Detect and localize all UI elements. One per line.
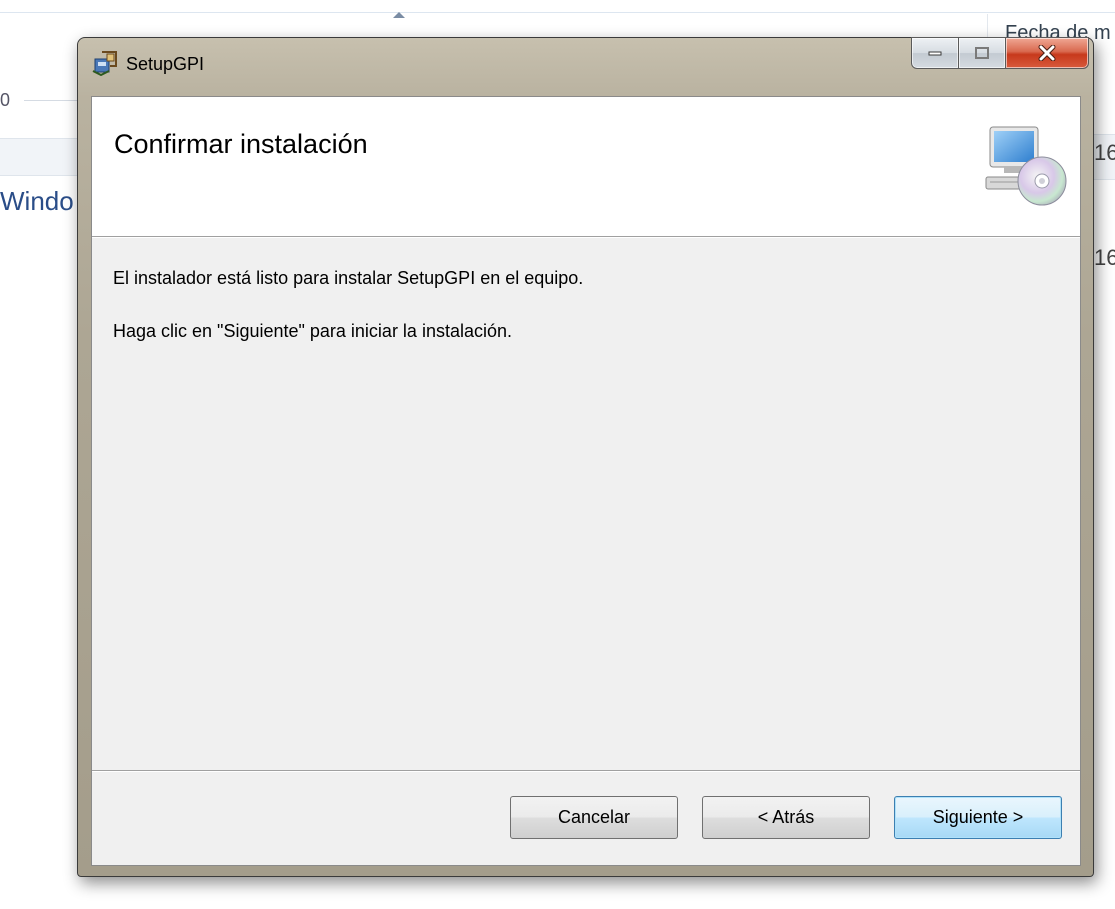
background-line: [24, 100, 80, 101]
maximize-icon: [975, 47, 989, 59]
instruction-message: Haga clic en "Siguiente" para iniciar la…: [113, 321, 512, 341]
window-title: SetupGPI: [126, 54, 205, 74]
installer-icon: [92, 50, 118, 77]
background-partial-number: 16: [1094, 245, 1115, 270]
dialog-content: Confirmar instalación El instalador está…: [91, 96, 1081, 866]
maximize-button[interactable]: [959, 37, 1006, 69]
next-button[interactable]: Siguiente >: [894, 796, 1062, 839]
close-icon: [1038, 45, 1056, 61]
footer-separator: [92, 770, 1080, 772]
close-button[interactable]: [1006, 37, 1089, 69]
caption-buttons: [911, 37, 1089, 73]
header-banner: Confirmar instalación: [92, 97, 1080, 237]
setup-dialog: SetupGPI Confirmar instalación El instal…: [77, 37, 1094, 877]
background-divider: [0, 12, 1115, 13]
background-row: [0, 138, 80, 176]
background-partial-number: 16: [1094, 140, 1115, 165]
ready-message: El instalador está listo para instalar S…: [113, 268, 584, 288]
cancel-button[interactable]: Cancelar: [510, 796, 678, 839]
title-bar[interactable]: SetupGPI: [78, 37, 1093, 96]
computer-cd-icon: [982, 121, 1072, 211]
minimize-button[interactable]: [911, 37, 959, 69]
header-separator: [92, 237, 1080, 238]
back-button[interactable]: < Atrás: [702, 796, 870, 839]
sort-arrow-icon: [393, 12, 405, 18]
background-partial-text: Windo: [0, 186, 74, 216]
minimize-icon: [928, 51, 942, 56]
page-title: Confirmar instalación: [114, 129, 368, 159]
background-partial-number: 0: [0, 90, 11, 110]
